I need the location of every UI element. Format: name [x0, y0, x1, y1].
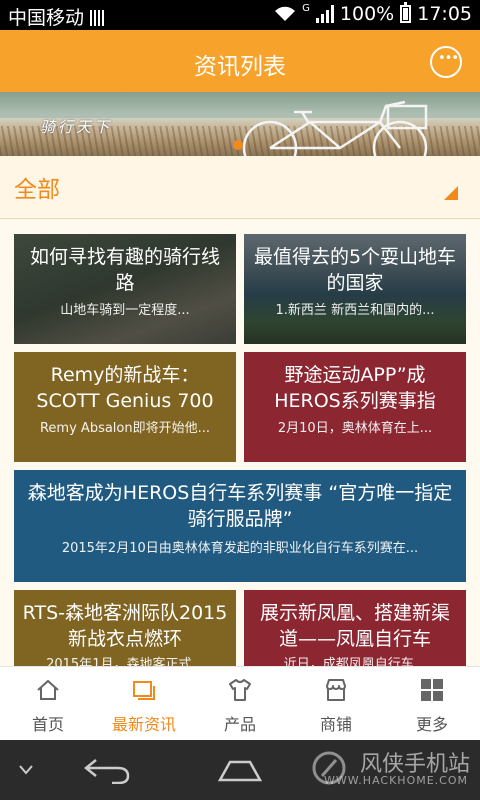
signal-icon: [315, 5, 334, 23]
news-summary: Remy Absalon即将开始他...: [39, 421, 211, 436]
news-summary: 1.新西兰 新西兰和国内的...: [275, 303, 435, 318]
news-title: 森地客成为HEROS自行车系列赛事 “官方唯一指定骑行服品牌”: [27, 482, 453, 530]
dropdown-triangle-icon: [444, 186, 458, 200]
nav-more[interactable]: 更多: [384, 667, 480, 741]
battery-percent: 100%: [339, 3, 395, 25]
news-title: 野途运动APP”成HEROS系列赛事指: [274, 364, 436, 412]
status-indicators: G 100% 17:05: [274, 2, 472, 25]
network-type: G: [302, 3, 310, 14]
clock: 17:05: [417, 3, 472, 25]
news-card[interactable]: 如何寻找有趣的骑行线路 山地车骑到一定程度...: [14, 234, 236, 344]
news-card[interactable]: RTS-森地客洲际队2015新战衣点燃环 2015年1月，森地客正式...: [14, 590, 236, 670]
carrier-name: 中国移动: [8, 3, 107, 30]
news-summary: 山地车骑到一定程度...: [60, 303, 190, 318]
nav-label: 商铺: [319, 715, 352, 734]
grid-icon: [421, 679, 443, 701]
system-navigation-bar: 风侠手机站 WWW.HACKHOME.COM: [0, 740, 480, 800]
news-icon: [133, 681, 155, 700]
news-summary: 2015年2月10日由奥林体育发起的非职业化自行车系列赛在...: [61, 541, 419, 556]
news-card[interactable]: 森地客成为HEROS自行车系列赛事 “官方唯一指定骑行服品牌” 2015年2月1…: [14, 470, 466, 582]
shirt-icon: [229, 679, 251, 701]
news-card[interactable]: Remy的新战车：SCOTT Genius 700 Remy Absalon即将…: [14, 352, 236, 462]
news-summary: 2月10日，奥林体育在上...: [277, 421, 433, 436]
watermark-url: WWW.HACKHOME.COM: [323, 774, 468, 787]
news-title: 如何寻找有趣的骑行线路: [29, 246, 220, 294]
chevron-down-icon[interactable]: [18, 764, 34, 776]
nav-label: 产品: [223, 715, 256, 734]
nav-shops[interactable]: 商铺: [288, 667, 384, 741]
category-selector[interactable]: 全部: [0, 156, 480, 219]
nav-news[interactable]: 最新资讯: [96, 667, 192, 741]
nav-home[interactable]: 首页: [0, 667, 96, 741]
battery-icon: [400, 2, 412, 23]
wifi-icon: [275, 6, 296, 21]
nav-label: 最新资讯: [111, 715, 176, 734]
news-title: RTS-森地客洲际队2015新战衣点燃环: [22, 602, 228, 650]
banner-caption: 骑行天下: [40, 118, 113, 136]
news-title: 最值得去的5个耍山地车的国家: [253, 246, 457, 294]
status-bar: 中国移动 G 100% 17:05: [0, 0, 480, 30]
carousel-indicator-active[interactable]: [233, 140, 243, 150]
news-title: Remy的新战车：SCOTT Genius 700: [36, 364, 214, 412]
nav-products[interactable]: 产品: [192, 667, 288, 741]
news-card[interactable]: 最值得去的5个耍山地车的国家 1.新西兰 新西兰和国内的...: [244, 234, 466, 344]
news-card[interactable]: 野途运动APP”成HEROS系列赛事指 2月10日，奥林体育在上...: [244, 352, 466, 462]
news-title: 展示新凤凰、搭建新渠道——凤凰自行车: [259, 602, 450, 650]
back-icon[interactable]: [82, 756, 132, 784]
bottom-navigation: 首页 最新资讯 产品 商铺 更多: [0, 666, 480, 741]
news-card[interactable]: 展示新凤凰、搭建新渠道——凤凰自行车 近日，成都凤凰自行车...: [244, 590, 466, 670]
bicycle-image: [242, 100, 428, 156]
sim-icon: [90, 10, 107, 26]
app-header: 资讯列表: [0, 30, 480, 92]
message-icon[interactable]: [430, 46, 462, 78]
category-label: 全部: [14, 177, 60, 203]
home-button-icon[interactable]: [214, 756, 266, 784]
shop-icon: [326, 679, 346, 701]
nav-label: 首页: [31, 715, 64, 734]
home-icon: [37, 679, 59, 700]
page-title: 资讯列表: [194, 54, 286, 80]
nav-label: 更多: [415, 715, 448, 734]
